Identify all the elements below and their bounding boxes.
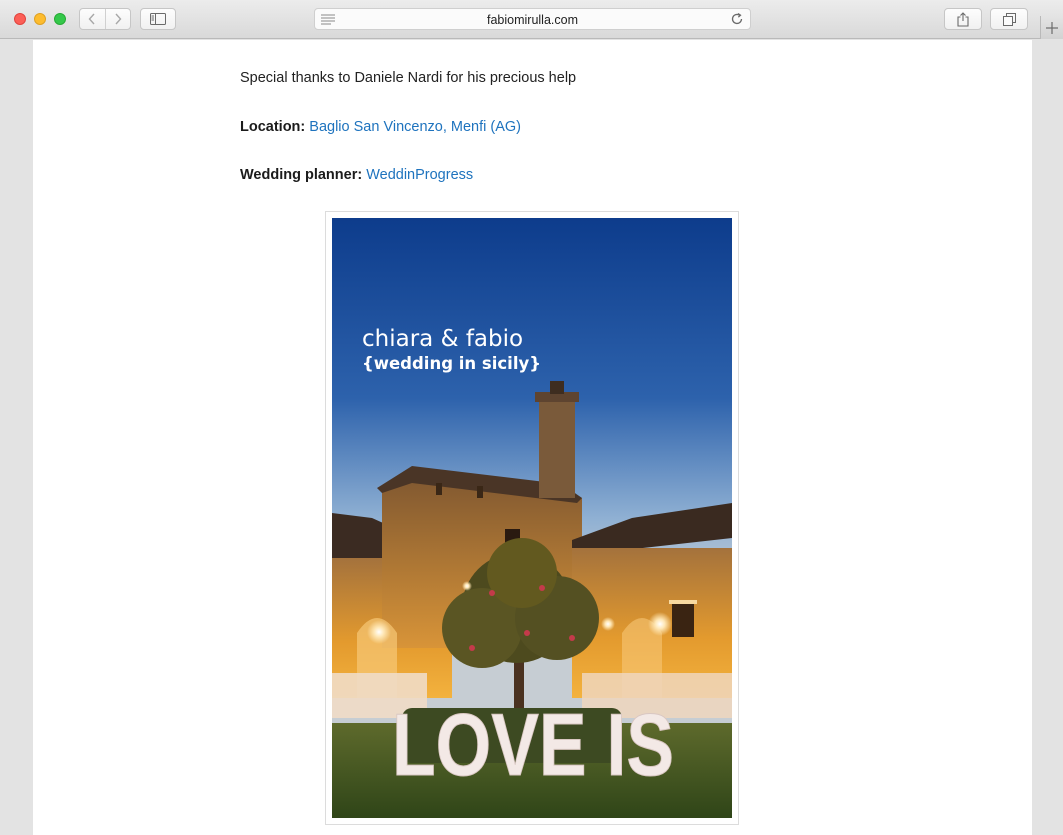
- browser-toolbar: fabiomirulla.com: [0, 0, 1063, 39]
- maximize-window-button[interactable]: [54, 13, 66, 25]
- share-icon: [957, 11, 969, 27]
- wedding-photo[interactable]: chiara & fabio {wedding in sicily} LOVE …: [332, 218, 732, 818]
- location-paragraph: Location: Baglio San Vincenzo, Menfi (AG…: [240, 119, 521, 135]
- photo-subtitle: {wedding in sicily}: [362, 354, 541, 373]
- forward-icon: [115, 13, 122, 25]
- photo-illustration: chiara & fabio {wedding in sicily} LOVE …: [332, 218, 732, 818]
- location-label: Location:: [240, 119, 306, 135]
- location-link[interactable]: Baglio San Vincenzo, Menfi (AG): [309, 119, 521, 135]
- love-is-sign: LOVE IS: [392, 695, 674, 794]
- web-page: Special thanks to Daniele Nardi for his …: [33, 40, 1032, 835]
- reload-icon[interactable]: [730, 12, 744, 26]
- sidebar-icon: [150, 13, 166, 25]
- show-tabs-button[interactable]: [990, 8, 1028, 30]
- back-icon: [89, 13, 96, 25]
- back-button[interactable]: [80, 9, 105, 29]
- plus-icon: [1046, 21, 1058, 34]
- close-window-button[interactable]: [14, 13, 26, 25]
- minimize-window-button[interactable]: [34, 13, 46, 25]
- tabs-icon: [1002, 12, 1016, 26]
- wedding-photo-frame: chiara & fabio {wedding in sicily} LOVE …: [325, 211, 739, 825]
- photo-title: chiara & fabio: [362, 326, 523, 352]
- forward-button[interactable]: [104, 9, 130, 29]
- share-button[interactable]: [944, 8, 982, 30]
- sidebar-button[interactable]: [140, 8, 176, 30]
- planner-label: Wedding planner:: [240, 167, 363, 183]
- url-text[interactable]: fabiomirulla.com: [315, 13, 750, 27]
- planner-paragraph: Wedding planner: WeddinProgress: [240, 167, 473, 183]
- planner-link[interactable]: WeddinProgress: [366, 167, 473, 183]
- thanks-paragraph: Special thanks to Daniele Nardi for his …: [240, 70, 577, 86]
- address-bar[interactable]: fabiomirulla.com: [314, 8, 751, 30]
- navigation-buttons: [79, 8, 131, 30]
- new-tab-button[interactable]: [1040, 16, 1063, 39]
